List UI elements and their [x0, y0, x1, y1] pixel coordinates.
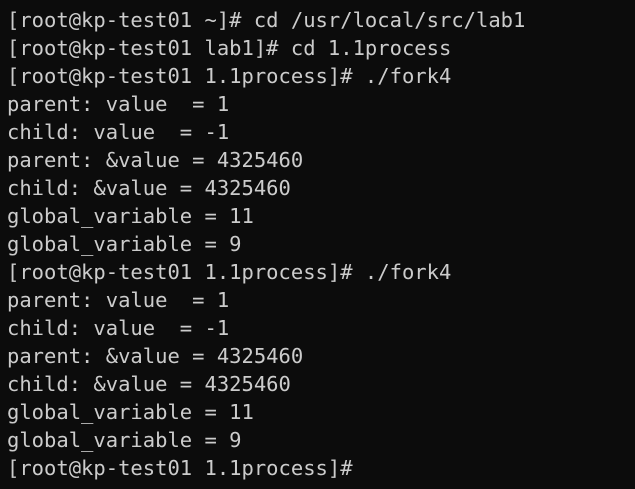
terminal-line-output: parent: value = 1	[7, 92, 230, 116]
terminal-line-output: child: value = -1	[7, 316, 230, 340]
terminal-prompt-current[interactable]: [root@kp-test01 1.1process]#	[7, 454, 635, 482]
terminal-line-output: child: &value = 4325460	[7, 176, 291, 200]
terminal-line-output: global_variable = 11	[7, 204, 254, 228]
terminal-output[interactable]: [root@kp-test01 ~]# cd /usr/local/src/la…	[0, 0, 635, 489]
terminal-line-output: parent: value = 1	[7, 288, 230, 312]
terminal-line-output: parent: &value = 4325460	[7, 148, 304, 172]
terminal-line-cd-process: [root@kp-test01 lab1]# cd 1.1process	[7, 36, 452, 60]
terminal-line-output: global_variable = 11	[7, 400, 254, 424]
terminal-line-output: child: &value = 4325460	[7, 372, 291, 396]
terminal-line-run-fork4: [root@kp-test01 1.1process]# ./fork4	[7, 64, 452, 88]
terminal-line-run-fork4: [root@kp-test01 1.1process]# ./fork4	[7, 260, 452, 284]
terminal-line-output: global_variable = 9	[7, 232, 242, 256]
terminal-line-output: child: value = -1	[7, 120, 230, 144]
terminal-line-cd-lab1: [root@kp-test01 ~]# cd /usr/local/src/la…	[7, 8, 526, 32]
terminal-line-output: global_variable = 9	[7, 428, 242, 452]
terminal-line-output: parent: &value = 4325460	[7, 344, 304, 368]
